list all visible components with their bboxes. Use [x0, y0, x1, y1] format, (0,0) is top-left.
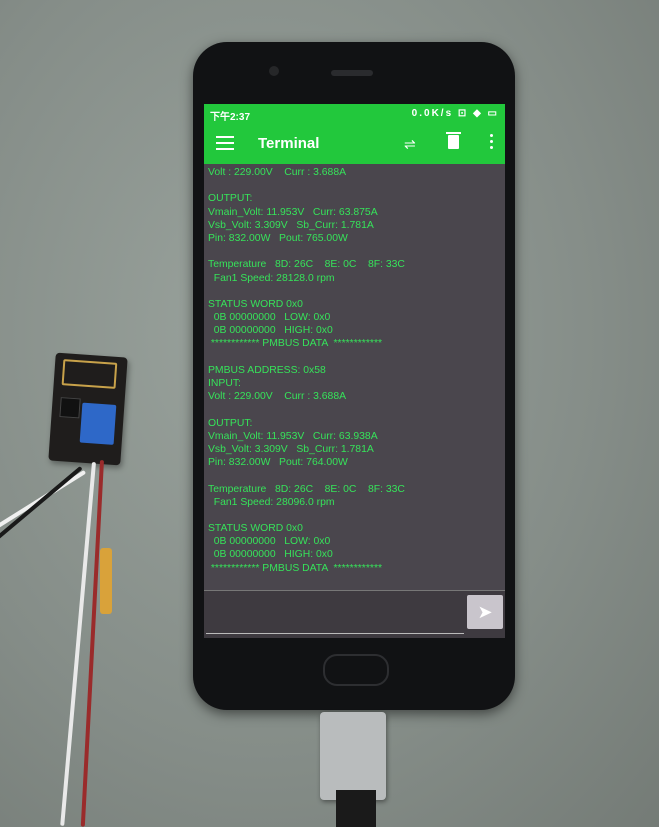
chip: [59, 397, 81, 419]
terminal-line: Pin: 832.00W Pout: 764.00W: [208, 457, 348, 469]
terminal-line: 0B 00000000 LOW: 0x0: [208, 312, 331, 324]
terminal-line: ************ PMBUS DATA ************: [208, 338, 383, 350]
terminal-line: 0B 00000000 HIGH: 0x0: [208, 549, 333, 561]
send-icon[interactable]: ➤: [467, 595, 503, 629]
terminal-line: Volt : 229.00V Curr : 3.688A: [208, 391, 347, 403]
terminal-line: INPUT:: [208, 378, 241, 389]
phone: 下午2:37 0.0K/s ⊡ ◆ ▭ Terminal ⇌ Volt : 22…: [193, 42, 515, 710]
wire-red: [80, 460, 104, 827]
terminal-line: OUTPUT:: [208, 417, 253, 429]
message-input[interactable]: [206, 601, 464, 634]
terminal-line: Vmain_Volt: 11.953V Curr: 63.938A: [208, 430, 378, 442]
terminal-line: Pin: 832.00W Pout: 765.00W: [208, 232, 348, 244]
terminal-line: ************ PMBUS DATA ************: [208, 562, 383, 574]
more-vert-icon[interactable]: [490, 134, 493, 150]
wire-black: [0, 466, 83, 540]
phone-screen: 下午2:37 0.0K/s ⊡ ◆ ▭ Terminal ⇌ Volt : 22…: [204, 104, 505, 638]
terminal-line: 0B 00000000 LOW: 0x0: [208, 536, 331, 548]
usb-adapter: [320, 712, 386, 800]
esp-module: [48, 352, 128, 466]
terminal-line: Vmain_Volt: 11.953V Curr: 63.875A: [208, 206, 378, 218]
terminal-line: Fan1 Speed: 28128.0 rpm: [208, 272, 335, 284]
app-title: Terminal: [258, 135, 320, 152]
terminal-line: Volt : 229.00V Curr : 3.688A: [208, 167, 347, 178]
terminal-line: PMBUS ADDRESS: 0x58: [208, 364, 326, 376]
usb-plug: [336, 790, 376, 827]
heat-shrink: [100, 548, 112, 614]
trash-icon[interactable]: [446, 132, 461, 149]
connect-icon[interactable]: ⇌: [404, 136, 416, 153]
status-indicators: 0.0K/s ⊡ ◆ ▭: [411, 108, 499, 119]
home-button[interactable]: [323, 654, 389, 686]
front-camera: [269, 66, 279, 76]
status-time: 下午2:37: [210, 112, 251, 123]
terminal-line: STATUS WORD 0x0: [208, 298, 303, 310]
terminal-output: Volt : 229.00V Curr : 3.688A OUTPUT: Vmain…: [208, 166, 502, 586]
earpiece: [331, 70, 373, 76]
terminal-line: Vsb_Volt: 3.309V Sb_Curr: 1.781A: [208, 443, 374, 455]
status-bar: 下午2:37 0.0K/s ⊡ ◆ ▭: [204, 104, 505, 124]
terminal-line: STATUS WORD 0x0: [208, 523, 303, 535]
antenna-trace: [61, 359, 118, 389]
terminal-line: OUTPUT:: [208, 193, 253, 205]
terminal-line: Fan1 Speed: 28096.0 rpm: [208, 496, 335, 508]
app-toolbar: Terminal ⇌: [204, 124, 505, 164]
hamburger-menu-icon[interactable]: [216, 136, 234, 150]
terminal-line: Temperature 8D: 26C 8E: 0C 8F: 33C: [208, 259, 405, 271]
input-bar: ➤: [204, 590, 505, 638]
regulator-board: [79, 402, 117, 445]
terminal-line: Temperature 8D: 26C 8E: 0C 8F: 33C: [208, 483, 405, 495]
terminal-line: Vsb_Volt: 3.309V Sb_Curr: 1.781A: [208, 219, 374, 231]
terminal-line: 0B 00000000 HIGH: 0x0: [208, 325, 333, 337]
